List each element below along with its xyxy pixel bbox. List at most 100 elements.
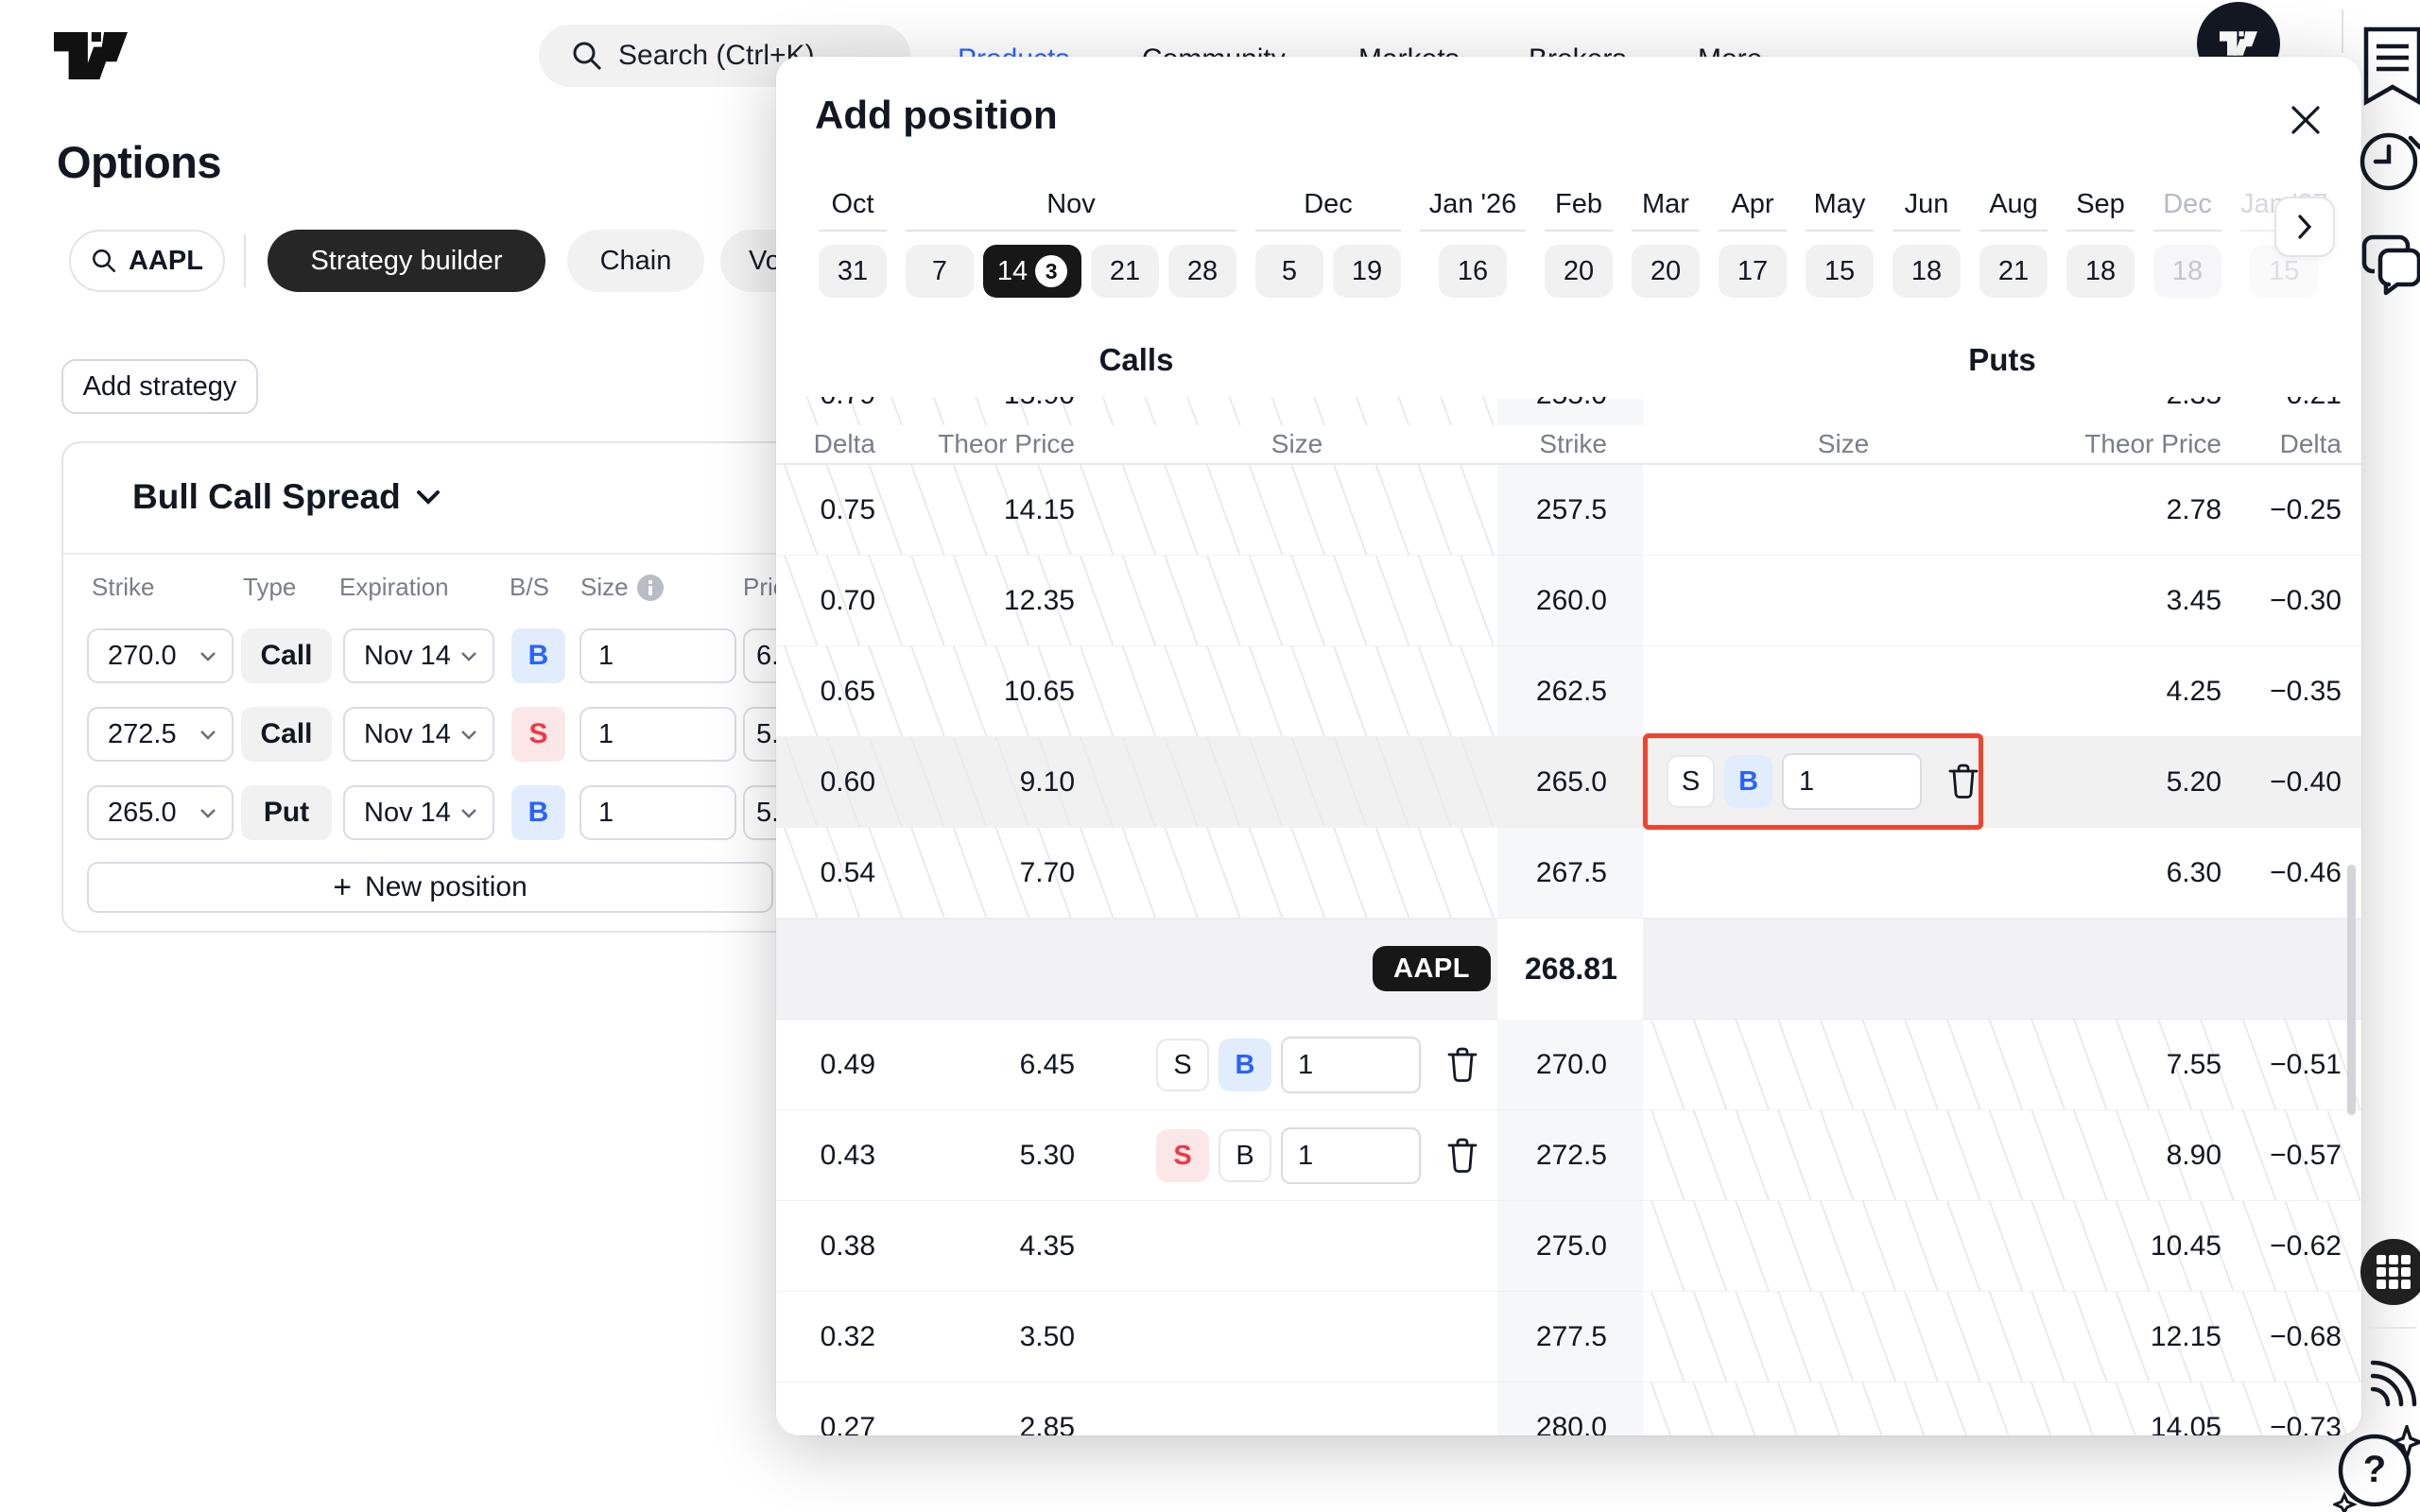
date-chip[interactable]: 7 xyxy=(906,245,974,298)
chat-icon[interactable] xyxy=(2361,234,2420,297)
bs-toggle[interactable]: B xyxy=(511,628,565,683)
col-bs: B/S xyxy=(510,573,549,602)
put-delta: −0.21 xyxy=(2238,397,2342,411)
position-size-input[interactable] xyxy=(1782,753,1922,810)
tab-strategy-builder[interactable]: Strategy builder xyxy=(268,230,545,292)
bs-toggle[interactable]: S xyxy=(511,707,565,762)
chain-row-partial: 0.27 2.85 280.0 14.05 −0.73 xyxy=(776,1383,2361,1435)
trash-icon[interactable] xyxy=(1447,1138,1478,1174)
chain-row: 0.43 5.30 S B 272.5 8.90 −0.57 xyxy=(776,1110,2361,1201)
date-chip[interactable]: 5 xyxy=(1255,245,1323,298)
strike-select[interactable]: 272.5 xyxy=(87,707,233,762)
date-chip[interactable]: 21 xyxy=(1979,245,2048,298)
month-label: Aug xyxy=(1979,189,2048,232)
expiration-selector: Oct 31 Nov 7 14 3 21 28 Dec 5 xyxy=(819,189,2328,298)
date-chip[interactable]: 15 xyxy=(1806,245,1874,298)
help-sparkle-icon[interactable]: ? xyxy=(2333,1425,2420,1512)
underlying-symbol-badge: AAPL xyxy=(1373,946,1491,991)
position-count-badge: 3 xyxy=(1035,255,1067,287)
date-chip[interactable]: 28 xyxy=(1168,245,1236,298)
strategy-panel: Bull Call Spread Strike Type Expiration … xyxy=(61,441,808,933)
chain-row: 0.32 3.50 277.5 12.15 −0.68 xyxy=(776,1292,2361,1383)
next-months-button[interactable] xyxy=(2274,197,2335,257)
date-chip[interactable]: 20 xyxy=(1632,245,1700,298)
trash-icon[interactable] xyxy=(1447,1047,1478,1083)
put-delta: −0.25 xyxy=(2238,465,2342,555)
month-group: Apr 17 xyxy=(1719,189,1787,298)
sell-button[interactable]: S xyxy=(1156,1129,1209,1182)
tradingview-logo[interactable] xyxy=(54,32,128,79)
expiration-select[interactable]: Nov 14 xyxy=(343,785,494,840)
strategy-select[interactable]: Bull Call Spread xyxy=(132,477,441,517)
hatch-calls xyxy=(776,828,1497,918)
buy-button[interactable]: B xyxy=(1724,755,1772,808)
info-icon[interactable] xyxy=(636,574,665,602)
buy-button[interactable]: B xyxy=(1219,1129,1271,1182)
new-position-button[interactable]: + New position xyxy=(87,862,773,913)
sell-button[interactable]: S xyxy=(1667,755,1715,808)
col-expiration: Expiration xyxy=(339,573,449,602)
buy-button[interactable]: B xyxy=(1219,1039,1271,1091)
header-put-delta: Delta xyxy=(2238,425,2342,463)
bs-toggle[interactable]: B xyxy=(511,785,565,840)
close-icon[interactable] xyxy=(2284,98,2327,142)
strike-select[interactable]: 270.0 xyxy=(87,628,233,683)
strike-select[interactable]: 265.0 xyxy=(87,785,233,840)
put-theor-price: 3.45 xyxy=(2051,556,2221,645)
date-chip[interactable]: 17 xyxy=(1719,245,1787,298)
apps-grid-icon[interactable] xyxy=(2360,1238,2420,1306)
date-chip[interactable]: 18 xyxy=(2066,245,2135,298)
position-size-input[interactable] xyxy=(1281,1037,1421,1093)
expiration-select[interactable]: Nov 14 xyxy=(343,707,494,762)
expiration-select[interactable]: Nov 14 xyxy=(343,628,494,683)
size-input[interactable] xyxy=(579,628,736,683)
trash-icon[interactable] xyxy=(1948,764,1979,799)
month-group-disabled: Dec 18 xyxy=(2153,189,2221,298)
call-delta: 0.49 xyxy=(795,1020,875,1109)
sell-button[interactable]: S xyxy=(1156,1039,1209,1091)
put-theor-price: 14.05 xyxy=(2051,1383,2221,1435)
size-input[interactable] xyxy=(579,785,736,840)
month-group: Nov 7 14 3 21 28 xyxy=(906,189,1236,298)
scrollbar-thumb[interactable] xyxy=(2347,865,2356,1115)
strike-value: 272.5 xyxy=(108,719,177,750)
date-chip[interactable]: 18 xyxy=(1893,245,1961,298)
chain-row: 0.70 12.35 260.0 3.45 −0.30 xyxy=(776,556,2361,646)
date-chip[interactable]: 20 xyxy=(1545,245,1613,298)
type-button[interactable]: Call xyxy=(241,628,332,683)
call-theor-price: 2.85 xyxy=(899,1383,1075,1435)
put-theor-price: 4.25 xyxy=(2051,646,2221,736)
col-size-label: Size xyxy=(580,573,629,602)
month-label: Apr xyxy=(1719,189,1787,232)
put-delta: −0.35 xyxy=(2238,646,2342,736)
position-size-input[interactable] xyxy=(1281,1127,1421,1184)
date-chip[interactable]: 21 xyxy=(1091,245,1159,298)
data-connection-icon[interactable] xyxy=(2365,1349,2420,1408)
tab-chain[interactable]: Chain xyxy=(567,230,704,292)
type-button[interactable]: Put xyxy=(241,785,332,840)
call-delta: 0.54 xyxy=(795,828,875,918)
month-group: Oct 31 xyxy=(819,189,887,298)
alerts-clock-icon[interactable] xyxy=(2358,125,2420,193)
news-feed-icon[interactable] xyxy=(2363,26,2420,106)
date-chip[interactable]: 16 xyxy=(1439,245,1507,298)
call-theor-price: 9.10 xyxy=(899,737,1075,827)
put-size-widget-highlighted: S B xyxy=(1643,733,1983,830)
call-theor-price: 5.30 xyxy=(899,1110,1075,1200)
put-delta: −0.46 xyxy=(2238,828,2342,918)
size-input[interactable] xyxy=(579,707,736,762)
put-theor-price: 7.55 xyxy=(2051,1020,2221,1109)
date-chip[interactable]: 31 xyxy=(819,245,887,298)
month-group: May 15 xyxy=(1806,189,1874,298)
call-delta: 0.65 xyxy=(795,646,875,736)
put-theor-price: 6.30 xyxy=(2051,828,2221,918)
month-label: Feb xyxy=(1545,189,1613,232)
chain-row: 0.49 6.45 S B 270.0 7.55 −0.51 xyxy=(776,1020,2361,1110)
symbol-search-chip[interactable]: AAPL xyxy=(69,230,225,292)
chevron-down-icon xyxy=(460,651,477,662)
call-delta: 0.38 xyxy=(795,1201,875,1291)
date-chip-selected[interactable]: 14 3 xyxy=(983,245,1081,298)
add-strategy-button[interactable]: Add strategy xyxy=(61,359,258,414)
type-button[interactable]: Call xyxy=(241,707,332,762)
date-chip[interactable]: 19 xyxy=(1333,245,1401,298)
